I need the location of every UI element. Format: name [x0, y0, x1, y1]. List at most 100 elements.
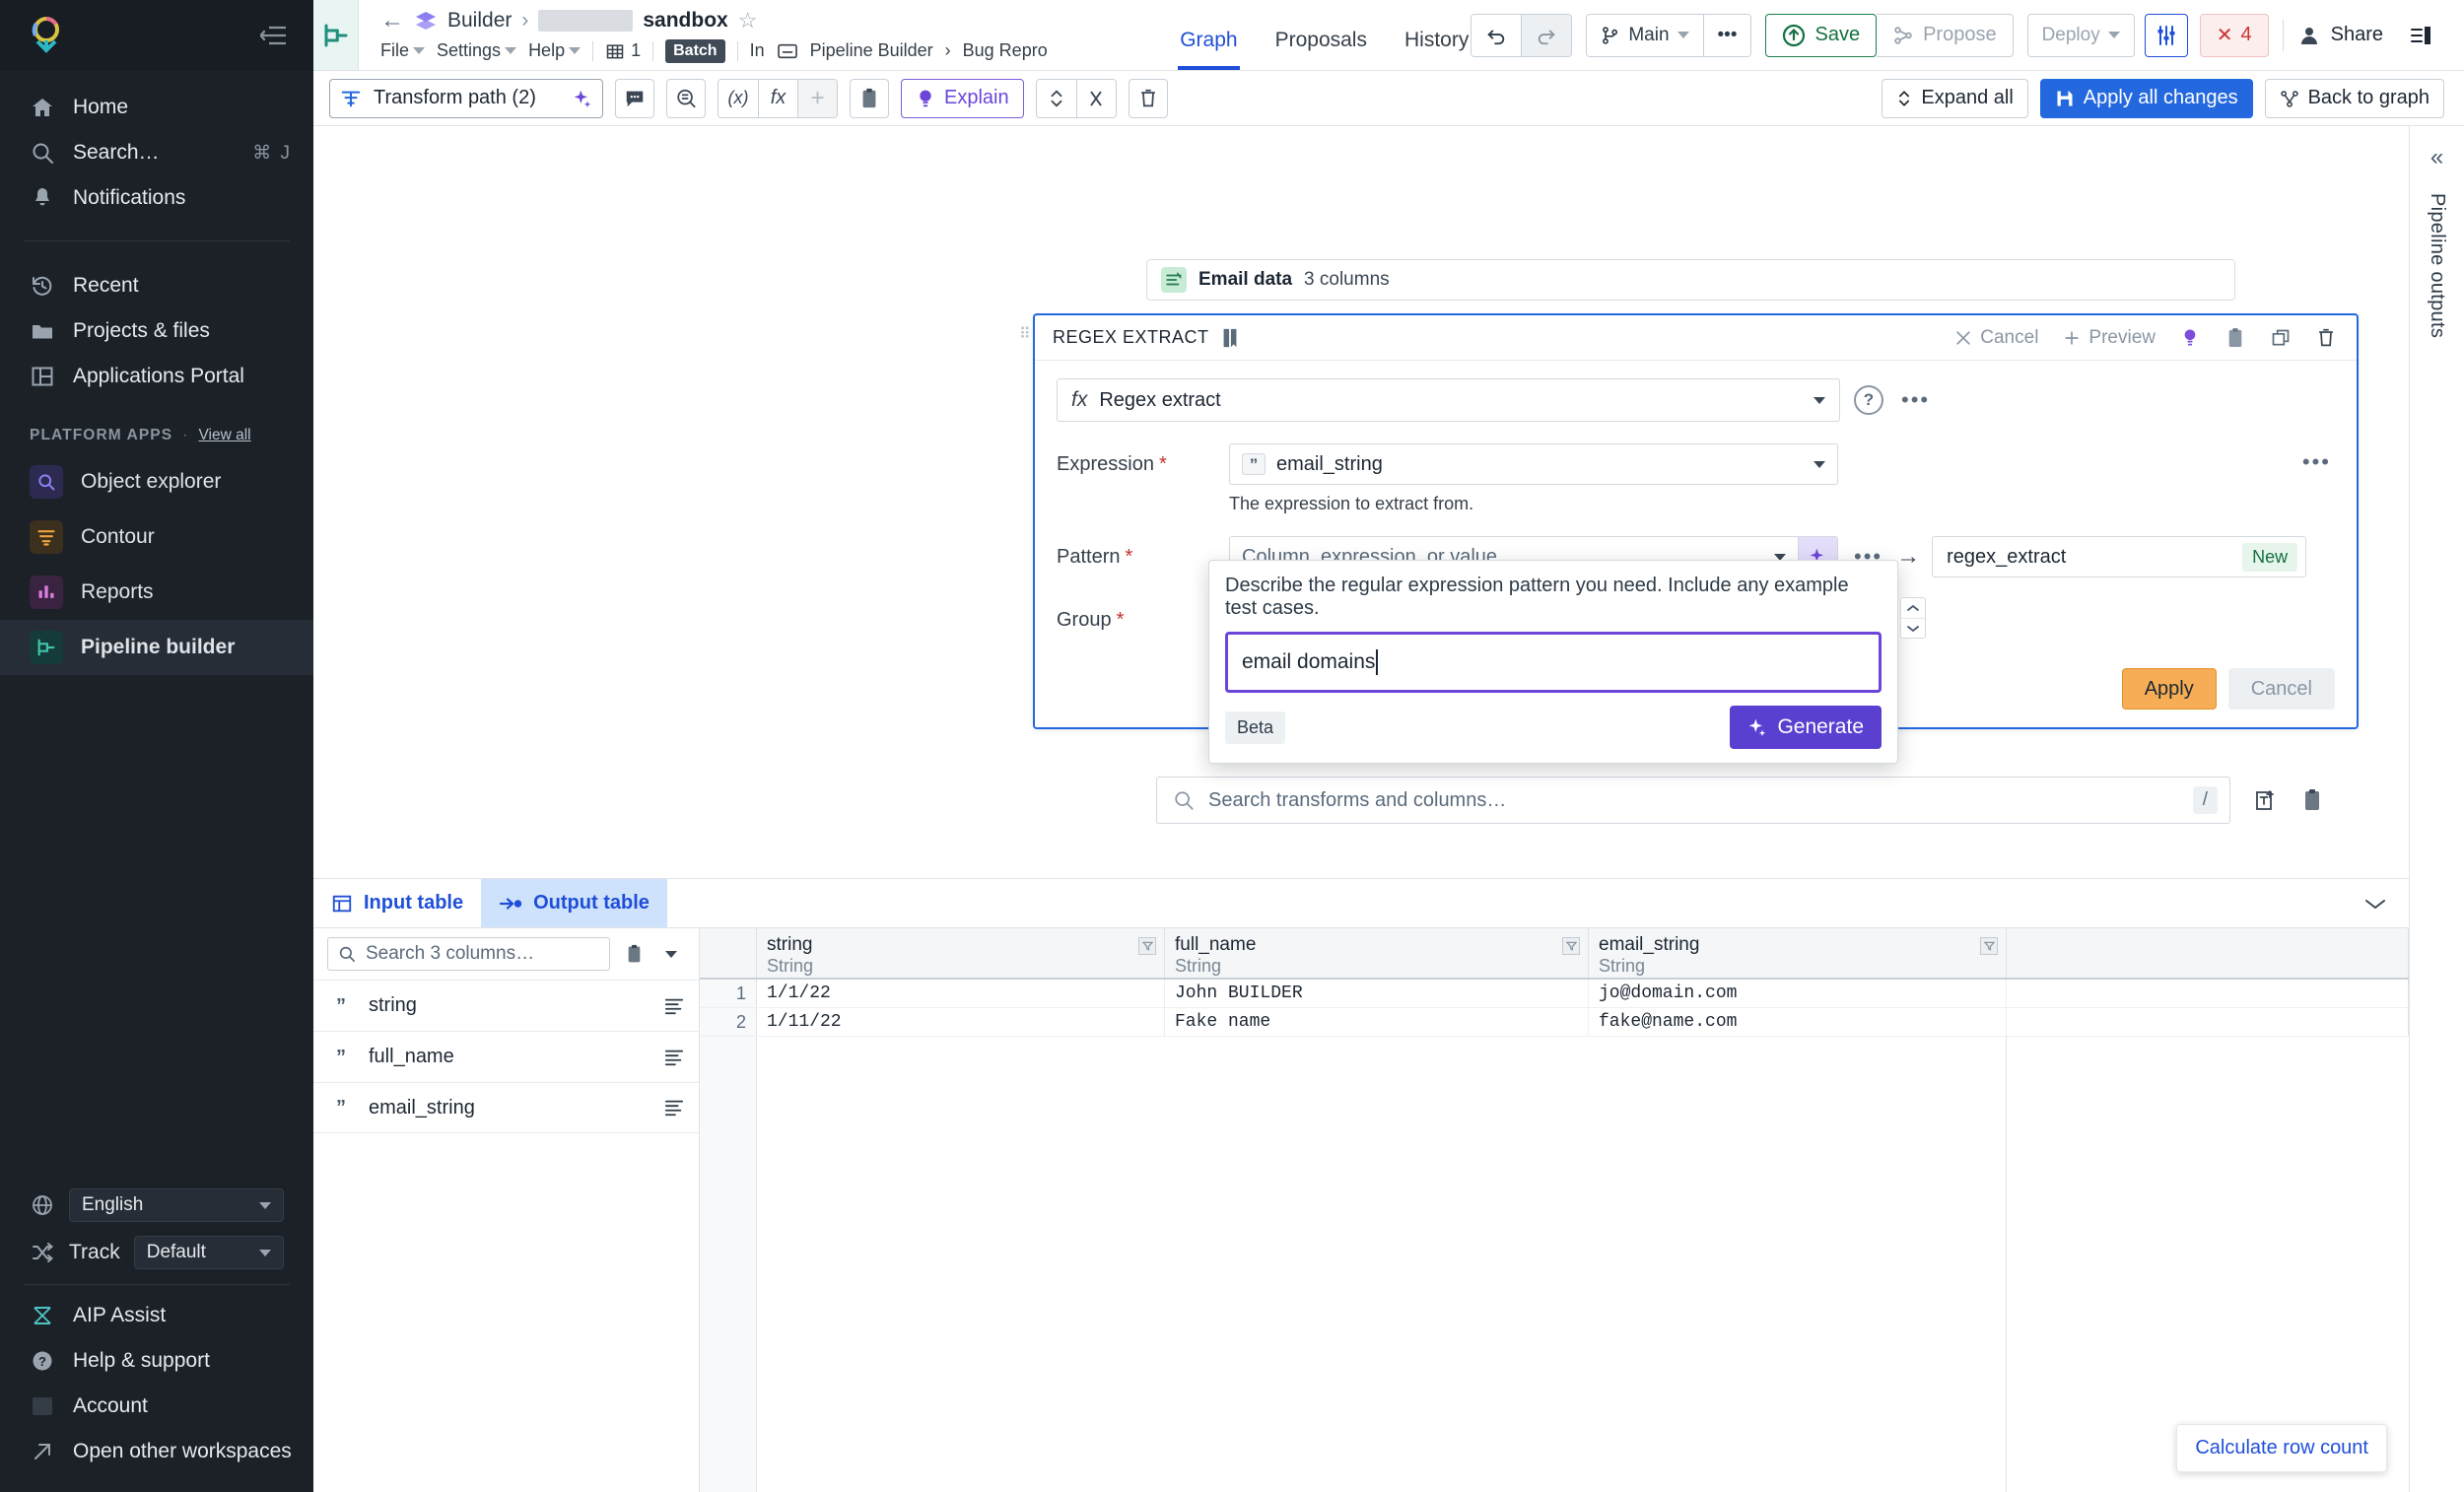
- view-all-link[interactable]: View all: [198, 427, 250, 444]
- language-select[interactable]: English: [69, 1188, 284, 1222]
- tab-history[interactable]: History: [1403, 29, 1471, 70]
- table-row[interactable]: 1 1/1/22 John BUILDER jo@domain.com: [700, 980, 2409, 1008]
- chevron-down-icon[interactable]: [1901, 618, 1925, 638]
- columns-options-icon[interactable]: [657, 939, 685, 969]
- ai-prompt-input[interactable]: email domains: [1225, 632, 1882, 693]
- branch-more-button[interactable]: •••: [1703, 15, 1751, 56]
- breadcrumb-app[interactable]: Builder: [447, 9, 512, 33]
- generate-button[interactable]: Generate: [1730, 706, 1882, 749]
- expression-input[interactable]: ” email_string: [1229, 443, 1838, 485]
- expand-button[interactable]: [1037, 80, 1076, 117]
- redo-button[interactable]: [1521, 15, 1571, 56]
- more-dots-icon[interactable]: •••: [1897, 387, 1934, 413]
- back-arrow-icon[interactable]: ←: [380, 9, 404, 33]
- location-app[interactable]: Pipeline Builder: [810, 40, 933, 61]
- batch-chip[interactable]: Batch: [665, 39, 724, 63]
- chevron-up-icon[interactable]: [1901, 598, 1925, 618]
- menu-file[interactable]: File: [380, 40, 425, 61]
- pipeline-outputs-label[interactable]: Pipeline outputs: [2426, 193, 2448, 338]
- find-button[interactable]: [666, 79, 706, 118]
- card-explain-icon[interactable]: [2173, 321, 2207, 355]
- filter-icon[interactable]: [1138, 937, 1156, 955]
- column-list-item[interactable]: ” full_name: [313, 1031, 699, 1082]
- tab-graph[interactable]: Graph: [1178, 29, 1239, 70]
- card-cancel-button[interactable]: Cancel: [1948, 327, 2044, 349]
- menu-help[interactable]: Help: [528, 40, 581, 61]
- sidebar-item-recent[interactable]: Recent: [0, 263, 313, 308]
- card-preview-button[interactable]: Preview: [2056, 327, 2161, 349]
- propose-button[interactable]: Propose: [1877, 14, 2014, 57]
- menu-settings[interactable]: Settings: [437, 40, 516, 61]
- sidebar-app-reports[interactable]: Reports: [0, 565, 313, 620]
- pipeline-settings-button[interactable]: [2145, 14, 2188, 57]
- add-transform-icon[interactable]: [2245, 777, 2285, 824]
- back-to-graph-button[interactable]: Back to graph: [2265, 79, 2444, 118]
- double-chevron-left-icon[interactable]: «: [2430, 144, 2443, 171]
- filter-icon[interactable]: [1562, 937, 1580, 955]
- apply-all-changes-button[interactable]: Apply all changes: [2040, 79, 2253, 118]
- sidebar-item-open-other-workspaces[interactable]: Open other workspaces: [0, 1429, 313, 1474]
- sidebar-item-search[interactable]: Search… ⌘ J: [0, 130, 313, 175]
- card-trash-icon[interactable]: [2309, 321, 2343, 355]
- collapse-panel-button[interactable]: [2342, 879, 2409, 927]
- deploy-button[interactable]: Deploy: [2028, 15, 2134, 56]
- card-clipboard-icon[interactable]: [2219, 321, 2252, 355]
- workspace-logo-icon[interactable]: [30, 16, 63, 55]
- sidebar-collapse-icon[interactable]: [260, 25, 288, 46]
- source-node[interactable]: Email data 3 columns: [1146, 259, 2235, 301]
- sidebar-item-home[interactable]: Home: [0, 85, 313, 130]
- sidebar-app-pipeline-builder[interactable]: Pipeline builder: [0, 620, 313, 675]
- help-circle-icon[interactable]: ?: [1854, 385, 1883, 415]
- sidebar-app-contour[interactable]: Contour: [0, 509, 313, 565]
- transform-path-selector[interactable]: Transform path (2): [329, 79, 603, 118]
- column-list-item[interactable]: ” email_string: [313, 1082, 699, 1133]
- sidebar-app-object-explorer[interactable]: Object explorer: [0, 454, 313, 509]
- location-item[interactable]: Bug Repro: [963, 40, 1048, 61]
- panel-right-icon[interactable]: [2399, 14, 2442, 57]
- calculate-row-count-button[interactable]: Calculate row count: [2176, 1424, 2387, 1472]
- error-count-button[interactable]: ✕ 4: [2200, 14, 2269, 57]
- track-select[interactable]: Default: [134, 1236, 284, 1269]
- transform-type-select[interactable]: fx Regex extract: [1057, 378, 1840, 422]
- sidebar-item-projects-files[interactable]: Projects & files: [0, 308, 313, 354]
- variable-button[interactable]: (x): [719, 80, 758, 117]
- card-duplicate-icon[interactable]: [2264, 321, 2297, 355]
- paste-transform-icon[interactable]: [2293, 777, 2332, 824]
- table-row[interactable]: 2 1/11/22 Fake name fake@name.com: [700, 1008, 2409, 1037]
- sort-icon[interactable]: [663, 1048, 685, 1067]
- sort-icon[interactable]: [663, 1098, 685, 1118]
- explain-button[interactable]: Explain: [901, 79, 1024, 118]
- sidebar-item-notifications[interactable]: Notifications: [0, 175, 313, 221]
- share-button[interactable]: Share: [2297, 24, 2383, 47]
- org-count[interactable]: 1: [605, 40, 641, 61]
- grid-column-header[interactable]: email_string String: [1589, 928, 2007, 978]
- delete-button[interactable]: [1129, 79, 1168, 118]
- book-icon[interactable]: [1221, 327, 1239, 349]
- function-button[interactable]: fx: [758, 80, 797, 117]
- sidebar-item-help-support[interactable]: ? Help & support: [0, 1338, 313, 1384]
- sidebar-item-applications-portal[interactable]: Applications Portal: [0, 354, 313, 399]
- expression-more-icon[interactable]: •••: [2298, 443, 2335, 475]
- sidebar-item-aip-assist[interactable]: AIP Assist: [0, 1293, 313, 1338]
- undo-button[interactable]: [1472, 15, 1521, 56]
- column-list-item[interactable]: ” string: [313, 980, 699, 1031]
- expand-all-button[interactable]: Expand all: [1882, 79, 2027, 118]
- cancel-button[interactable]: Cancel: [2228, 668, 2335, 710]
- grid-column-header[interactable]: full_name String: [1165, 928, 1589, 978]
- sidebar-item-account[interactable]: Account: [0, 1384, 313, 1429]
- columns-search-input[interactable]: Search 3 columns…: [327, 937, 610, 971]
- comment-button[interactable]: [615, 79, 654, 118]
- grid-column-header[interactable]: string String: [757, 928, 1165, 978]
- branch-selector[interactable]: Main: [1587, 15, 1702, 56]
- save-button[interactable]: Save: [1765, 14, 1877, 57]
- sort-icon[interactable]: [663, 996, 685, 1016]
- tab-proposals[interactable]: Proposals: [1273, 29, 1369, 70]
- paste-button[interactable]: [850, 79, 889, 118]
- star-icon[interactable]: ☆: [738, 8, 758, 34]
- columns-clipboard-icon[interactable]: [620, 939, 648, 969]
- add-button[interactable]: +: [797, 80, 837, 117]
- collapse-button[interactable]: [1076, 80, 1116, 117]
- drag-handle-icon[interactable]: ⠿: [1019, 329, 1032, 340]
- tab-output-table[interactable]: Output table: [481, 879, 667, 927]
- apply-button[interactable]: Apply: [2122, 668, 2217, 710]
